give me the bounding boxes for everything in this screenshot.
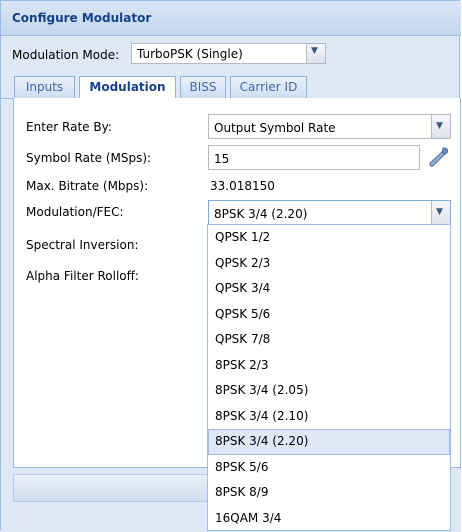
title-bar: Configure Modulator bbox=[1, 1, 461, 36]
panel-title: Configure Modulator bbox=[12, 11, 152, 25]
option-qpsk-2-3[interactable]: QPSK 2/3 bbox=[208, 251, 450, 277]
modulation-mode-value: TurboPSK (Single) bbox=[137, 47, 243, 61]
option-8psk-3-4-2-10[interactable]: 8PSK 3/4 (2.10) bbox=[208, 404, 450, 430]
symbol-rate-label: Symbol Rate (MSps): bbox=[26, 151, 152, 165]
option-qpsk-1-2[interactable]: QPSK 1/2 bbox=[208, 225, 450, 251]
spectral-inversion-label: Spectral Inversion: bbox=[26, 238, 139, 252]
enter-rate-value: Output Symbol Rate bbox=[214, 121, 336, 135]
modulation-mode-label: Modulation Mode: bbox=[12, 48, 120, 62]
enter-rate-label: Enter Rate By: bbox=[26, 120, 112, 134]
wrench-icon[interactable] bbox=[426, 146, 450, 169]
tab-carrier-id[interactable]: Carrier ID bbox=[230, 76, 307, 98]
symbol-rate-value: 15 bbox=[214, 152, 230, 166]
modfec-select[interactable]: 8PSK 3/4 (2.20) ▼ bbox=[208, 200, 451, 225]
chevron-down-icon: ▼ bbox=[311, 46, 318, 56]
modulation-mode-trigger[interactable]: ▼ bbox=[306, 44, 325, 63]
option-8psk-5-6[interactable]: 8PSK 5/6 bbox=[208, 455, 450, 481]
alpha-rolloff-label: Alpha Filter Rolloff: bbox=[26, 269, 139, 283]
tab-biss[interactable]: BISS bbox=[180, 76, 226, 98]
tab-strip: Inputs Modulation BISS Carrier ID bbox=[1, 71, 461, 99]
option-qpsk-7-8[interactable]: QPSK 7/8 bbox=[208, 327, 450, 353]
enter-rate-select[interactable]: Output Symbol Rate ▼ bbox=[208, 114, 451, 139]
modfec-dropdown-list[interactable]: QPSK 1/2 QPSK 2/3 QPSK 3/4 QPSK 5/6 QPSK… bbox=[207, 224, 451, 531]
option-8psk-3-4-2-20[interactable]: 8PSK 3/4 (2.20) bbox=[208, 429, 450, 455]
option-8psk-3-4-2-05[interactable]: 8PSK 3/4 (2.05) bbox=[208, 378, 450, 404]
option-16qam-3-4[interactable]: 16QAM 3/4 bbox=[208, 506, 450, 531]
tab-inputs[interactable]: Inputs bbox=[14, 76, 75, 98]
tab-modulation[interactable]: Modulation bbox=[79, 76, 176, 99]
modfec-trigger[interactable]: ▼ bbox=[431, 201, 450, 224]
max-bitrate-value: 33.018150 bbox=[210, 179, 275, 193]
option-qpsk-5-6[interactable]: QPSK 5/6 bbox=[208, 302, 450, 328]
chevron-down-icon: ▼ bbox=[436, 121, 443, 131]
option-8psk-8-9[interactable]: 8PSK 8/9 bbox=[208, 480, 450, 506]
modulation-mode-select[interactable]: TurboPSK (Single) ▼ bbox=[131, 43, 326, 64]
modfec-value: 8PSK 3/4 (2.20) bbox=[214, 207, 308, 221]
max-bitrate-label: Max. Bitrate (Mbps): bbox=[26, 179, 149, 193]
symbol-rate-input[interactable]: 15 bbox=[208, 145, 420, 170]
enter-rate-trigger[interactable]: ▼ bbox=[431, 115, 450, 138]
modfec-label: Modulation/FEC: bbox=[26, 205, 124, 219]
option-8psk-2-3[interactable]: 8PSK 2/3 bbox=[208, 353, 450, 379]
option-qpsk-3-4[interactable]: QPSK 3/4 bbox=[208, 276, 450, 302]
chevron-down-icon: ▼ bbox=[436, 207, 443, 217]
